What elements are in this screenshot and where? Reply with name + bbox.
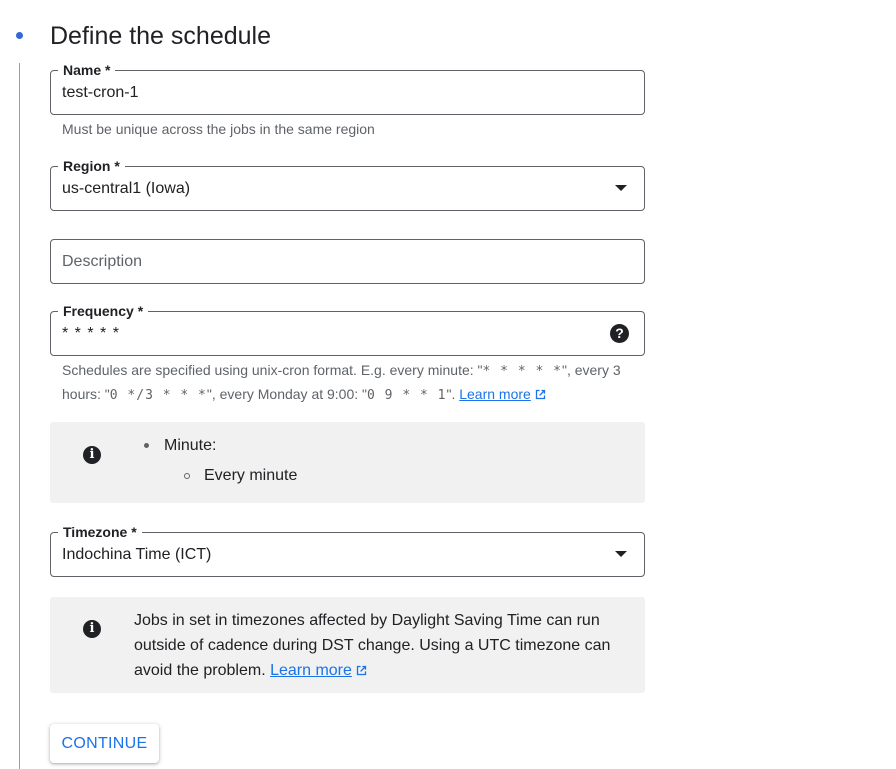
dropdown-arrow-icon[interactable]	[615, 551, 627, 557]
frequency-field-label: Frequency *	[58, 301, 149, 321]
frequency-hint-code-minute: * * * * *	[482, 364, 562, 379]
frequency-hint-text: ".	[446, 386, 460, 402]
dst-notice-message: Jobs in set in timezones affected by Day…	[134, 612, 611, 679]
frequency-field-value[interactable]: * * * * *	[62, 324, 120, 344]
step-connector-line	[19, 63, 20, 769]
region-select[interactable]: Region * us-central1 (Iowa)	[50, 156, 645, 211]
frequency-summary-item: Minute:	[164, 437, 217, 454]
name-field[interactable]: Name * test-cron-1	[50, 60, 645, 115]
frequency-field[interactable]: Frequency * * * * * * ?	[50, 301, 645, 356]
frequency-hint-code-monday: 0 9 * * 1	[367, 388, 447, 403]
dst-notice-text: Jobs in set in timezones affected by Day…	[134, 608, 629, 683]
frequency-field-hint: Schedules are specified using unix-cron …	[62, 359, 632, 407]
region-select-label: Region *	[58, 156, 125, 176]
info-icon: i	[83, 446, 101, 464]
timezone-select-label: Timezone *	[58, 522, 142, 542]
frequency-learn-more-link[interactable]: Learn more	[459, 386, 531, 402]
dropdown-arrow-icon[interactable]	[615, 185, 627, 191]
frequency-hint-code-hours: 0 */3 * * *	[109, 388, 207, 403]
help-circle-icon[interactable]: ?	[610, 324, 629, 343]
step-indicator-dot	[16, 32, 23, 39]
frequency-hint-text: ", every Monday at 9:00: "	[206, 386, 368, 402]
bullet-circle	[184, 473, 190, 479]
timezone-select[interactable]: Timezone * Indochina Time (ICT)	[50, 522, 645, 577]
step-title: Define the schedule	[50, 22, 271, 50]
name-field-hint: Must be unique across the jobs in the sa…	[62, 121, 375, 137]
name-field-value[interactable]: test-cron-1	[62, 83, 138, 103]
dst-learn-more-link[interactable]: Learn more	[270, 662, 352, 679]
external-link-icon[interactable]	[534, 388, 547, 401]
info-icon: i	[83, 620, 101, 638]
timezone-select-value: Indochina Time (ICT)	[62, 546, 212, 563]
dst-notice-box: i Jobs in set in timezones affected by D…	[50, 597, 645, 693]
name-field-label: Name *	[58, 60, 116, 80]
region-select-value: us-central1 (Iowa)	[62, 180, 191, 197]
frequency-hint-text: Schedules are specified using unix-cron …	[62, 362, 483, 378]
frequency-summary-subitem: Every minute	[204, 467, 298, 484]
continue-button[interactable]: CONTINUE	[50, 724, 159, 763]
external-link-icon[interactable]	[355, 664, 368, 677]
description-field[interactable]	[50, 239, 645, 284]
bullet-disc	[144, 443, 149, 448]
frequency-summary-box: i Minute: Every minute	[50, 422, 645, 503]
description-input[interactable]	[62, 251, 582, 273]
